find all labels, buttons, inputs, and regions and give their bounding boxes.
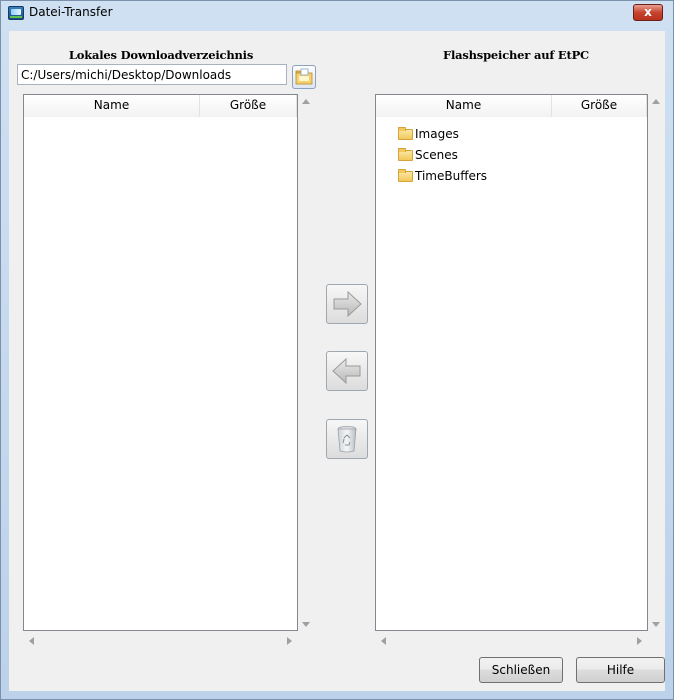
scroll-right-icon[interactable] (637, 637, 642, 645)
local-vertical-scrollbar[interactable] (299, 93, 316, 633)
remote-column-size[interactable]: Größe (552, 95, 647, 117)
scroll-up-icon[interactable] (652, 99, 660, 104)
scroll-down-icon[interactable] (302, 622, 310, 627)
window-title: Datei-Transfer (29, 5, 113, 19)
list-item[interactable]: TimeBuffers (398, 167, 487, 185)
local-pane-title: Lokales Downloadverzeichnis (68, 48, 254, 62)
list-item[interactable]: Images (398, 125, 459, 143)
folder-icon (398, 168, 413, 182)
transfer-to-local-button[interactable] (326, 351, 368, 391)
scroll-up-icon[interactable] (302, 99, 310, 104)
scroll-left-icon[interactable] (29, 637, 34, 645)
local-list-header: Name Größe (24, 95, 297, 117)
remote-file-list[interactable]: Name Größe Images Scenes TimeBuffers (375, 94, 648, 631)
file-transfer-dialog: Datei-Transfer x Lokales Downloadverzeic… (0, 0, 674, 700)
folder-icon (398, 147, 413, 161)
transfer-to-remote-button[interactable] (326, 284, 368, 324)
list-item[interactable]: Scenes (398, 146, 458, 164)
remote-vertical-scrollbar[interactable] (649, 93, 666, 633)
recycle-bin-icon (337, 426, 357, 453)
list-item-label: Scenes (415, 148, 458, 162)
list-item-label: Images (415, 127, 459, 141)
close-button[interactable]: Schließen (479, 657, 563, 683)
list-item-label: TimeBuffers (415, 169, 488, 183)
local-horizontal-scrollbar[interactable] (23, 633, 298, 650)
close-window-button[interactable]: x (633, 4, 663, 21)
remote-list-header: Name Größe (376, 95, 647, 117)
local-column-size[interactable]: Größe (200, 95, 297, 117)
arrow-left-icon (332, 357, 361, 385)
delete-button[interactable] (326, 419, 368, 459)
local-column-name[interactable]: Name (24, 95, 200, 117)
app-icon (8, 6, 24, 20)
local-file-list[interactable]: Name Größe (23, 94, 298, 631)
scroll-right-icon[interactable] (287, 637, 292, 645)
remote-pane-title: Flashspeicher auf EtPC (442, 48, 589, 62)
remote-horizontal-scrollbar[interactable] (375, 633, 648, 650)
local-path-input[interactable] (17, 64, 287, 85)
scroll-down-icon[interactable] (652, 622, 660, 627)
arrow-right-icon (333, 290, 362, 318)
remote-column-name[interactable]: Name (376, 95, 552, 117)
open-folder-icon (295, 68, 313, 85)
browse-folder-button[interactable] (292, 65, 316, 89)
scroll-left-icon[interactable] (381, 637, 386, 645)
folder-icon (398, 126, 413, 140)
title-bar[interactable]: Datei-Transfer x (1, 1, 673, 25)
help-button[interactable]: Hilfe (576, 657, 665, 683)
